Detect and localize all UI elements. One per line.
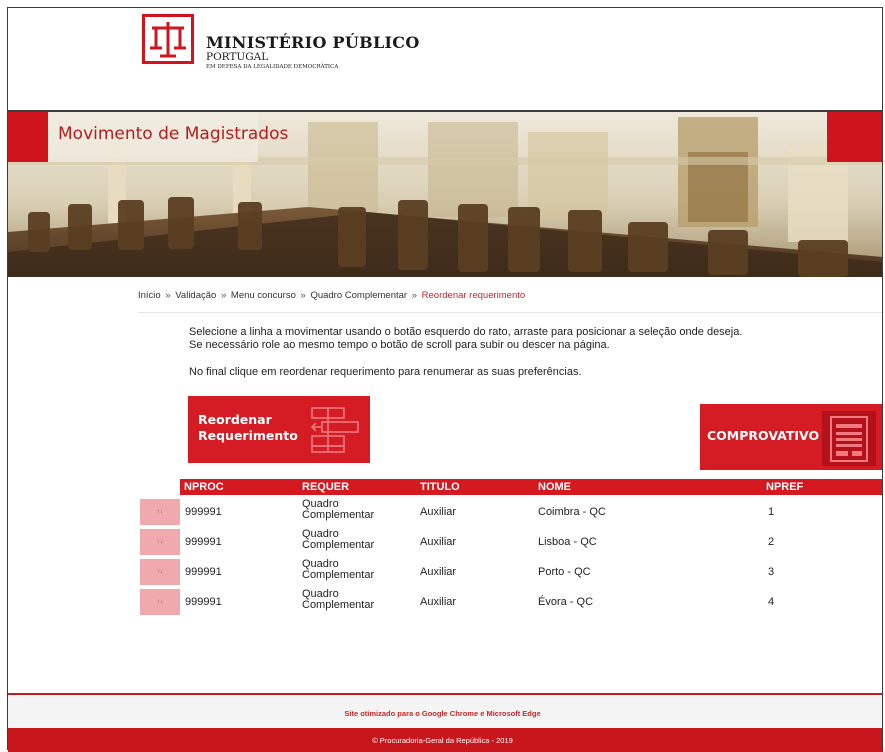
breadcrumb-quadro-complementar[interactable]: Quadro Complementar [310,290,407,301]
cell-requer-line-2: Complementar [302,539,375,551]
logo-text[interactable]: MINISTÉRIO PÚBLICO PORTUGAL EM DEFESA DA… [206,35,420,71]
reorder-button-label-line-2: Requerimento [198,428,298,443]
breadcrumb-inicio[interactable]: Início [138,290,161,301]
drag-handle-icon[interactable]: ↑↓ [140,529,180,555]
cell-titulo: Auxiliar [420,506,457,518]
reorder-button-label: Reordenar Requerimento [198,412,308,444]
instruction-line-1: Selecione a linha a movimentar usando o … [189,326,743,338]
cell-titulo: Auxiliar [420,536,457,548]
cell-nproc: 999991 [185,566,222,578]
cell-requer-line-2: Complementar [302,509,375,521]
cell-nproc: 999991 [185,536,222,548]
document-icon [822,411,876,466]
cell-nome: Porto - QC [538,566,591,578]
logo-subtitle: PORTUGAL [206,51,269,63]
cell-npref: 1 [768,506,775,518]
drag-handle-icon[interactable]: ↑↓ [140,559,180,585]
drag-handle-icon[interactable]: ↑↓ [140,499,180,525]
cell-requer-line-2: Complementar [302,599,375,611]
cell-npref: 3 [768,566,775,578]
cell-requer: Quadro Complementar [302,499,374,521]
comprovativo-button-label: COMPROVATIVO [707,428,820,443]
banner-accent-left [8,112,48,162]
reorder-list-icon [310,407,359,453]
instruction-line-2: Se necessário role ao mesmo tempo o botã… [189,339,610,351]
cell-nproc: 999991 [185,596,222,608]
browser-notice: Site otimizado para o Google Chrome e Mi… [344,709,541,718]
instructions: Selecione a linha a movimentar usando o … [189,326,829,379]
breadcrumb-separator: » [165,290,171,301]
breadcrumb: Início » Validação » Menu concurso » Qua… [138,290,525,301]
table-row[interactable]: ↑↓ 999991 Quadro Complementar Auxiliar C… [140,497,883,527]
banner-accent-right [827,112,883,162]
breadcrumb-divider [138,312,883,313]
page-title: Movimento de Magistrados [58,124,289,144]
cell-nproc: 999991 [185,506,222,518]
cell-nome: Évora - QC [538,596,594,608]
cell-npref: 4 [768,596,775,608]
reorder-requerimento-button[interactable]: Reordenar Requerimento [188,396,370,463]
instruction-line-3: No final clique em reordenar requeriment… [189,366,582,378]
breadcrumb-menu-concurso[interactable]: Menu concurso [231,290,296,301]
breadcrumb-separator: » [220,290,227,301]
breadcrumb-current: Reordenar requerimento [421,290,526,301]
comprovativo-button[interactable]: COMPROVATIVO [700,404,883,470]
column-header-titulo[interactable]: TITULO [420,481,460,493]
breadcrumb-separator: » [411,290,418,301]
cell-requer: Quadro Complementar [302,529,374,551]
cell-requer: Quadro Complementar [302,559,374,581]
hero-banner: Movimento de Magistrados [8,112,883,277]
table-row[interactable]: ↑↓ 999991 Quadro Complementar Auxiliar P… [140,557,883,587]
cell-nome: Lisboa - QC [538,536,597,548]
scales-of-justice-logo-icon[interactable] [142,14,194,64]
cell-titulo: Auxiliar [420,566,457,578]
cell-nome: Coimbra - QC [538,506,606,518]
copyright: © Procuradoria-Geral da República - 2019 [372,736,513,745]
reorder-button-label-line-1: Reordenar [198,412,272,427]
cell-npref: 2 [768,536,775,548]
drag-handle-icon[interactable]: ↑↓ [140,589,180,615]
cell-requer: Quadro Complementar [302,589,374,611]
page: MINISTÉRIO PÚBLICO PORTUGAL EM DEFESA DA… [0,0,885,752]
breadcrumb-separator: » [300,290,306,301]
cell-titulo: Auxiliar [420,596,457,608]
breadcrumb-validacao[interactable]: Validação [175,290,216,301]
logo-tagline: EM DEFESA DA LEGALIDADE DEMOCRÁTICA [206,64,339,70]
site-header [8,8,883,110]
column-header-nome[interactable]: NOME [538,481,571,493]
table-row[interactable]: ↑↓ 999991 Quadro Complementar Auxiliar L… [140,527,883,557]
logo-title: MINISTÉRIO PÚBLICO [206,33,420,52]
column-header-npref[interactable]: NPREF [766,481,803,493]
cell-requer-line-2: Complementar [302,569,375,581]
table-row[interactable]: ↑↓ 999991 Quadro Complementar Auxiliar É… [140,587,883,617]
column-header-nproc[interactable]: NPROC [184,481,224,493]
column-header-requer[interactable]: REQUER [302,481,349,493]
